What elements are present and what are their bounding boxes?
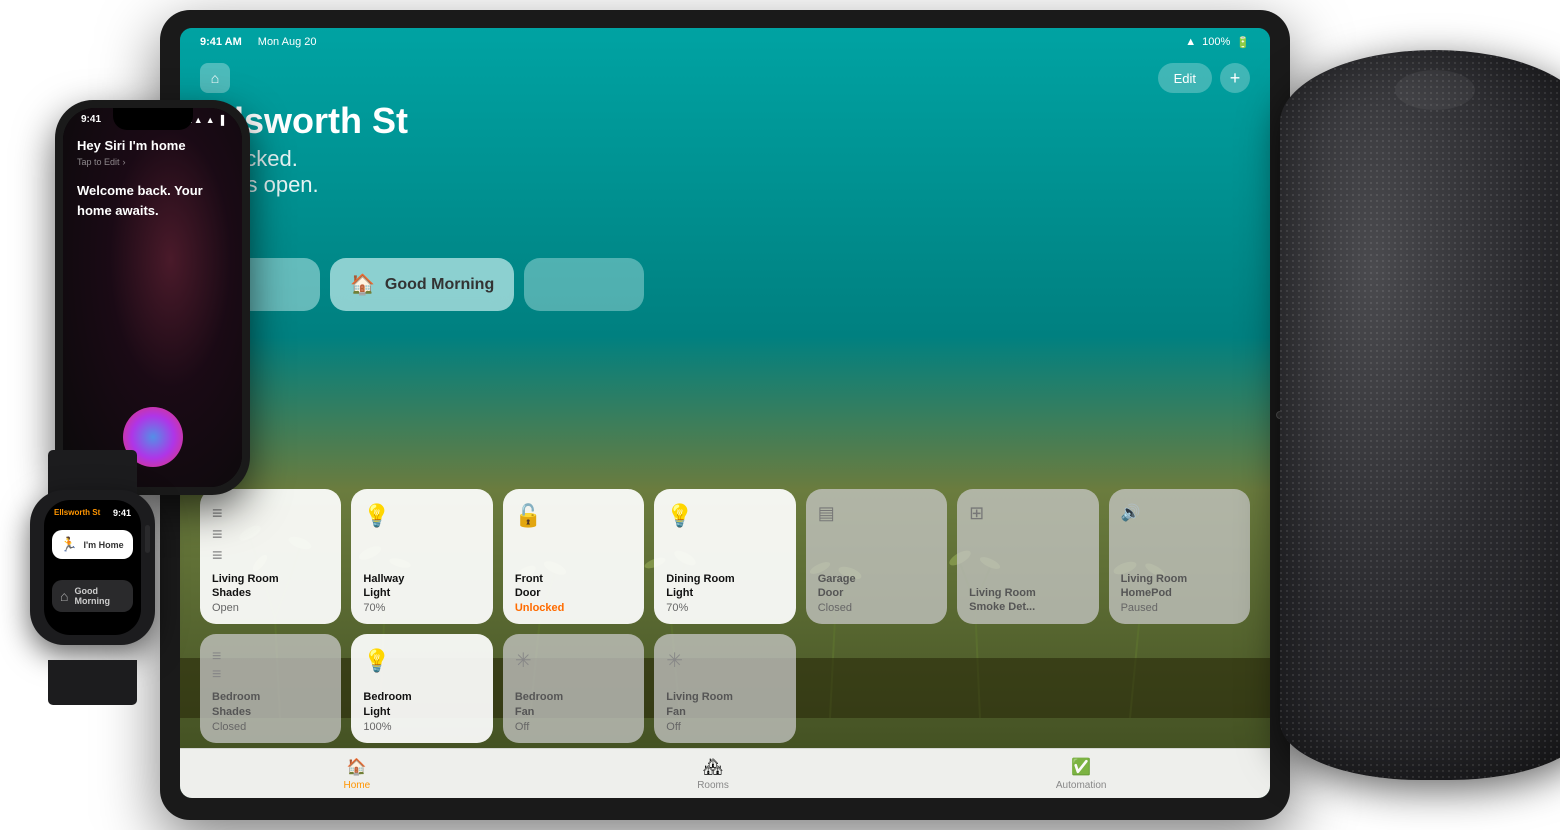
apple-watch: Ellsworth St 9:41 🏃 I'm Home ⌂ Good Morn… [20,490,165,665]
bedroom-light-icon: 💡 [363,648,480,674]
good-morning-icon: 🏠 [350,272,375,297]
watch-im-home-card[interactable]: 🏃 I'm Home [52,530,133,559]
watch-scene-icon: ⌂ [60,588,68,604]
tab-rooms-label: Rooms [697,780,729,791]
dining-room-light-status: 70% [666,602,783,614]
good-morning-scene[interactable]: 🏠 Good Morning [330,258,514,311]
tab-automation-icon: ✅ [1071,757,1091,777]
watch-card-icon: 🏃 [60,536,77,553]
ipad-statusbar: 9:41 AM Mon Aug 20 ▲ 100% 🔋 [180,28,1270,56]
garage-door-status: Closed [818,602,935,614]
ipad: 9:41 AM Mon Aug 20 ▲ 100% 🔋 ⌂ Edit + [160,10,1290,820]
iphone-battery-icon: ▐ [218,115,224,125]
scene-buttons: 🏠 Good Morning [200,258,644,311]
garage-door-icon: ▤ [818,503,935,524]
bedroom-light-name: BedroomLight [363,690,480,719]
iphone-screen: 9:41 ▲▲▲ ▲ ▐ Hey Siri I'm home Tap to Ed… [63,108,242,487]
iphone-notch [113,108,193,130]
iphone-wifi-icon: ▲ [206,115,215,125]
watch-background [44,500,141,635]
homepod-top [1395,70,1475,110]
hallway-light-icon: 💡 [363,503,480,529]
watch-scene-card[interactable]: ⌂ Good Morning [52,580,133,612]
siri-tap-to-edit[interactable]: Tap to Edit › [77,157,228,167]
tile-garage-door[interactable]: ▤ GarageDoor Closed [806,489,947,625]
tile-living-room-shades[interactable]: ≡≡≡ Living RoomShades Open [200,489,341,625]
watch-scene-text: Good Morning [74,586,125,606]
siri-area: Hey Siri I'm home Tap to Edit › Welcome … [77,138,228,220]
watch-card-text: I'm Home [83,540,123,550]
bedroom-shades-name: BedroomShades [212,690,329,719]
homepod [1220,0,1560,830]
siri-response: Welcome back. Your home awaits. [77,181,228,220]
watch-band-top [48,450,137,495]
dining-room-light-name: Dining RoomLight [666,572,783,601]
ipad-time: 9:41 AM [200,36,242,48]
wifi-icon: ▲ [1185,36,1196,48]
tile-bedroom-fan[interactable]: ✳ BedroomFan Off [503,634,644,743]
iphone: 9:41 ▲▲▲ ▲ ▐ Hey Siri I'm home Tap to Ed… [55,100,250,495]
smoke-detector-name: Living RoomSmoke Det... [969,586,1086,615]
tile-dining-room-light[interactable]: 💡 Dining RoomLight 70% [654,489,795,625]
tile-bedroom-light[interactable]: 💡 BedroomLight 100% [351,634,492,743]
siri-command: Hey Siri I'm home [77,138,228,153]
living-room-shades-icon: ≡≡≡ [212,503,329,566]
watch-band-bottom [48,660,137,705]
watch-header: Ellsworth St 9:41 [44,508,141,518]
tab-automation-label: Automation [1056,780,1107,791]
ipad-nav: ⌂ Edit + [180,56,1270,100]
iphone-time: 9:41 [81,114,101,125]
tab-automation[interactable]: ✅ Automation [1056,757,1107,791]
tile-living-room-fan[interactable]: ✳ Living RoomFan Off [654,634,795,743]
tile-front-door[interactable]: 🔓 FrontDoor Unlocked [503,489,644,625]
homepod-body [1280,50,1560,780]
tile-bedroom-shades[interactable]: ≡≡ BedroomShades Closed [200,634,341,743]
scene-button-small-2[interactable] [524,258,644,311]
tile-hallway-light[interactable]: 💡 HallwayLight 70% [351,489,492,625]
edit-button[interactable]: Edit [1158,63,1212,93]
ipad-body: 9:41 AM Mon Aug 20 ▲ 100% 🔋 ⌂ Edit + [160,10,1290,820]
living-room-shades-name: Living RoomShades [212,572,329,601]
ipad-date: Mon Aug 20 [258,36,317,48]
ipad-tabbar: 🏠 Home 🏘 Rooms ✅ Automation [180,748,1270,798]
bedroom-fan-name: BedroomFan [515,690,632,719]
good-morning-label: Good Morning [385,276,494,294]
living-room-shades-status: Open [212,602,329,614]
bedroom-fan-icon: ✳ [515,648,632,673]
watch-body: Ellsworth St 9:41 🏃 I'm Home ⌂ Good Morn… [30,490,155,645]
tab-rooms[interactable]: 🏘 Rooms [697,757,729,791]
living-room-fan-icon: ✳ [666,648,783,673]
scene: 9:41 AM Mon Aug 20 ▲ 100% 🔋 ⌂ Edit + [0,0,1560,830]
living-room-fan-name: Living RoomFan [666,690,783,719]
front-door-icon: 🔓 [515,503,632,529]
front-door-status: Unlocked [515,602,632,614]
home-icon[interactable]: ⌂ [200,63,230,93]
homepod-mesh [1280,50,1560,780]
smoke-detector-icon: ⊞ [969,503,1086,524]
watch-location: Ellsworth St [54,508,100,518]
bedroom-fan-status: Off [515,721,632,733]
tab-home[interactable]: 🏠 Home [344,757,371,791]
dining-room-light-icon: 💡 [666,503,783,529]
bedroom-shades-icon: ≡≡ [212,648,329,684]
tile-smoke-detector[interactable]: ⊞ Living RoomSmoke Det... [957,489,1098,625]
watch-time: 9:41 [113,508,131,518]
bedroom-shades-status: Closed [212,721,329,733]
front-door-name: FrontDoor [515,572,632,601]
tab-home-label: Home [344,780,371,791]
bedroom-light-status: 100% [363,721,480,733]
ipad-screen: 9:41 AM Mon Aug 20 ▲ 100% 🔋 ⌂ Edit + [180,28,1270,798]
hallway-light-status: 70% [363,602,480,614]
watch-crown [145,525,150,553]
tab-rooms-icon: 🏘 [703,757,723,777]
tab-home-icon: 🏠 [347,757,367,777]
garage-door-name: GarageDoor [818,572,935,601]
watch-screen: Ellsworth St 9:41 🏃 I'm Home ⌂ Good Morn… [44,500,141,635]
iphone-body: 9:41 ▲▲▲ ▲ ▐ Hey Siri I'm home Tap to Ed… [55,100,250,495]
tiles-grid: ≡≡≡ Living RoomShades Open 💡 HallwayLigh… [200,489,1250,743]
living-room-fan-status: Off [666,721,783,733]
hallway-light-name: HallwayLight [363,572,480,601]
